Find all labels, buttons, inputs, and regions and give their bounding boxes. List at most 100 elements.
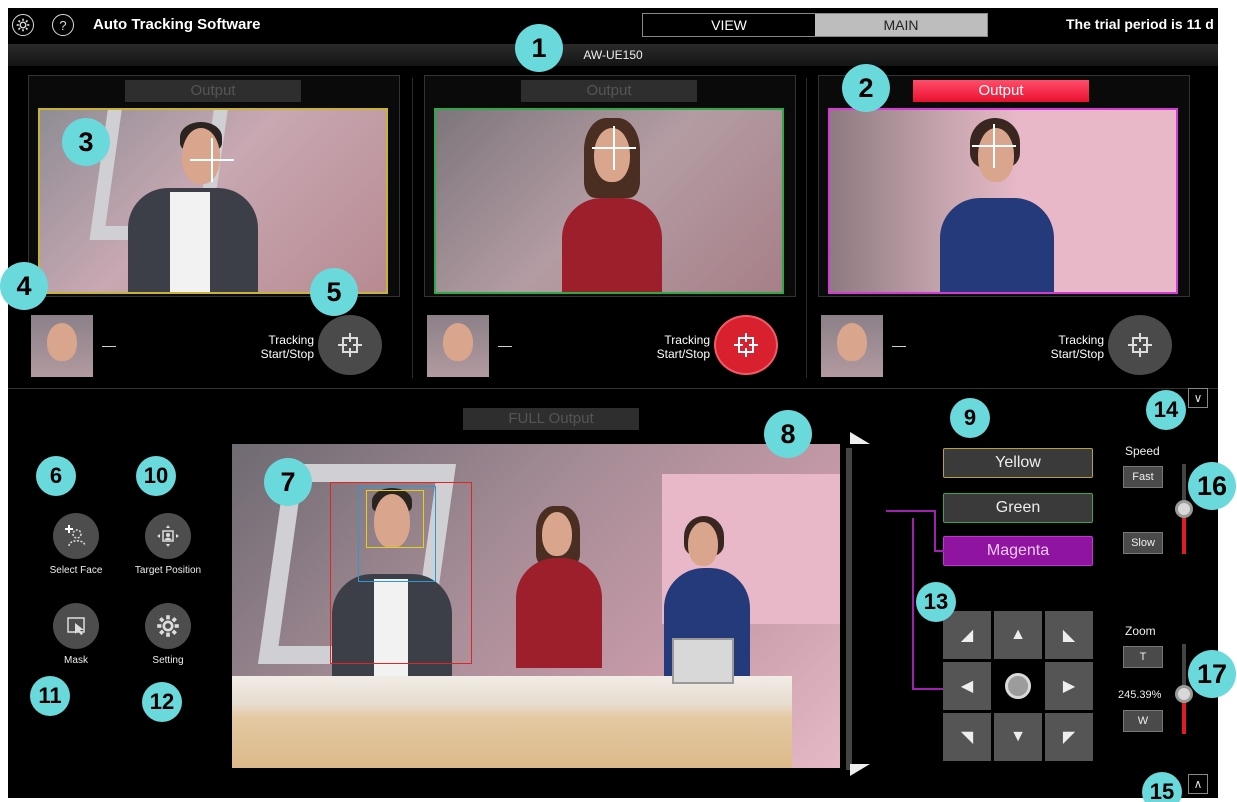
target-position-label: Target Position — [134, 565, 202, 576]
output-button-2[interactable]: Output — [521, 80, 697, 102]
target-icon — [338, 333, 362, 357]
ptz-home-button[interactable] — [994, 662, 1042, 710]
callout-14: 14 — [1146, 390, 1186, 430]
zoom-position-rail[interactable] — [846, 448, 852, 770]
zoom-wide-button[interactable]: W — [1123, 710, 1163, 732]
arrow-down-right-icon: ◤ — [1062, 729, 1076, 746]
tracking-toggle-button-2[interactable] — [714, 315, 778, 375]
pan-right-button[interactable]: ▶ — [1045, 662, 1093, 710]
callout-17: 17 — [1188, 650, 1236, 698]
output-button-3[interactable]: Output — [913, 80, 1089, 102]
target-position-button[interactable] — [145, 513, 191, 559]
face-thumbnail-3[interactable] — [821, 315, 883, 377]
link-line — [912, 688, 944, 690]
mask-icon — [67, 617, 85, 635]
callout-13: 13 — [916, 582, 956, 622]
arrow-left-icon: ◀ — [960, 678, 974, 695]
callout-8: 8 — [764, 410, 812, 458]
pan-left-button[interactable]: ◀ — [943, 662, 991, 710]
full-output-video[interactable] — [232, 444, 840, 768]
camera-footer-1: — Tracking Start/Stop — [28, 311, 400, 381]
chevron-down-icon: ∨ — [1193, 391, 1203, 405]
pan-down-right-button[interactable]: ◤ — [1045, 713, 1093, 761]
link-line — [934, 550, 944, 552]
ptz-control-pad: ◢ ▲ ◣ ◀ ▶ ◥ ▼ ◤ — [943, 611, 1093, 763]
pan-down-left-button[interactable]: ◥ — [943, 713, 991, 761]
speed-fast-button[interactable]: Fast — [1123, 466, 1163, 488]
setting-tool: Setting — [113, 603, 223, 666]
target-crosshair — [592, 126, 636, 170]
chevron-up-icon: ∧ — [1193, 777, 1203, 791]
callout-11: 11 — [30, 676, 70, 716]
camera-video-3[interactable] — [828, 108, 1178, 294]
link-line — [886, 510, 936, 512]
expand-button[interactable]: ∧ — [1188, 774, 1208, 794]
speed-slider-knob[interactable] — [1175, 500, 1193, 518]
section-divider — [8, 388, 1218, 389]
rail-bottom-arrow — [850, 764, 870, 776]
arrow-up-right-icon: ◣ — [1062, 627, 1076, 644]
yellow-camera-button[interactable]: Yellow — [943, 448, 1093, 478]
tracking-toggle-button-3[interactable] — [1108, 315, 1172, 375]
setting-label: Setting — [152, 655, 184, 666]
arrow-up-icon: ▲ — [1010, 626, 1026, 643]
face-thumbnail-2[interactable] — [427, 315, 489, 377]
camera-panel-1: Output — [28, 75, 400, 297]
magenta-camera-button[interactable]: Magenta — [943, 536, 1093, 566]
panel-divider — [412, 78, 413, 378]
zoom-label: Zoom — [1125, 624, 1156, 638]
green-camera-button[interactable]: Green — [943, 493, 1093, 523]
callout-5: 5 — [310, 268, 358, 316]
zoom-tele-button[interactable]: T — [1123, 646, 1163, 668]
rail-top-arrow — [850, 432, 870, 444]
speed-label: Speed — [1125, 444, 1160, 458]
help-icon: ? — [59, 17, 67, 33]
target-crosshair — [190, 138, 234, 182]
callout-6: 6 — [36, 456, 76, 496]
gear-icon — [157, 615, 179, 637]
face-detection-box — [366, 490, 424, 548]
zoom-slider-knob[interactable] — [1175, 684, 1193, 703]
output-button-1[interactable]: Output — [125, 80, 301, 102]
collapse-button[interactable]: ∨ — [1188, 388, 1208, 408]
callout-12: 12 — [142, 682, 182, 722]
mask-button[interactable] — [53, 603, 99, 649]
setting-button[interactable] — [145, 603, 191, 649]
full-output-button[interactable]: FULL Output — [463, 408, 639, 430]
help-button[interactable]: ? — [52, 14, 74, 36]
camera-footer-3: — Tracking Start/Stop — [818, 311, 1190, 381]
speed-slow-button[interactable]: Slow — [1123, 532, 1163, 554]
callout-4: 4 — [0, 262, 48, 310]
link-line — [934, 510, 936, 552]
callout-2: 2 — [842, 64, 890, 112]
arrow-down-icon: ▼ — [1010, 728, 1026, 745]
pan-up-right-button[interactable]: ◣ — [1045, 611, 1093, 659]
zoom-slider[interactable] — [1175, 644, 1193, 734]
link-line — [912, 518, 914, 690]
app-window: ? Auto Tracking Software VIEW MAIN The t… — [8, 8, 1218, 798]
speed-slider[interactable] — [1175, 464, 1193, 554]
target-icon — [1128, 333, 1152, 357]
tilt-down-button[interactable]: ▼ — [994, 713, 1042, 761]
trial-notice: The trial period is 11 d — [1066, 16, 1214, 32]
tilt-up-button[interactable]: ▲ — [994, 611, 1042, 659]
callout-1: 1 — [515, 24, 563, 72]
tracking-label: Tracking Start/Stop — [656, 333, 710, 361]
target-position-tool: Target Position — [113, 513, 223, 576]
gear-icon[interactable] — [12, 14, 34, 36]
tracking-toggle-button-1[interactable] — [318, 315, 382, 375]
face-status: — — [498, 337, 512, 353]
zoom-percentage: 245.39% — [1118, 689, 1162, 701]
studio-desk — [232, 676, 792, 768]
desk-case — [672, 638, 734, 684]
camera-name-bar: AW-UE150 — [8, 44, 1218, 66]
camera-video-2[interactable] — [434, 108, 784, 294]
pan-up-left-button[interactable]: ◢ — [943, 611, 991, 659]
arrow-down-left-icon: ◥ — [960, 729, 974, 746]
target-icon — [734, 333, 758, 357]
tab-main[interactable]: MAIN — [815, 14, 987, 36]
face-thumbnail-1[interactable] — [31, 315, 93, 377]
tab-view[interactable]: VIEW — [643, 14, 815, 36]
home-dot-icon — [1005, 673, 1031, 699]
select-face-button[interactable] — [53, 513, 99, 559]
